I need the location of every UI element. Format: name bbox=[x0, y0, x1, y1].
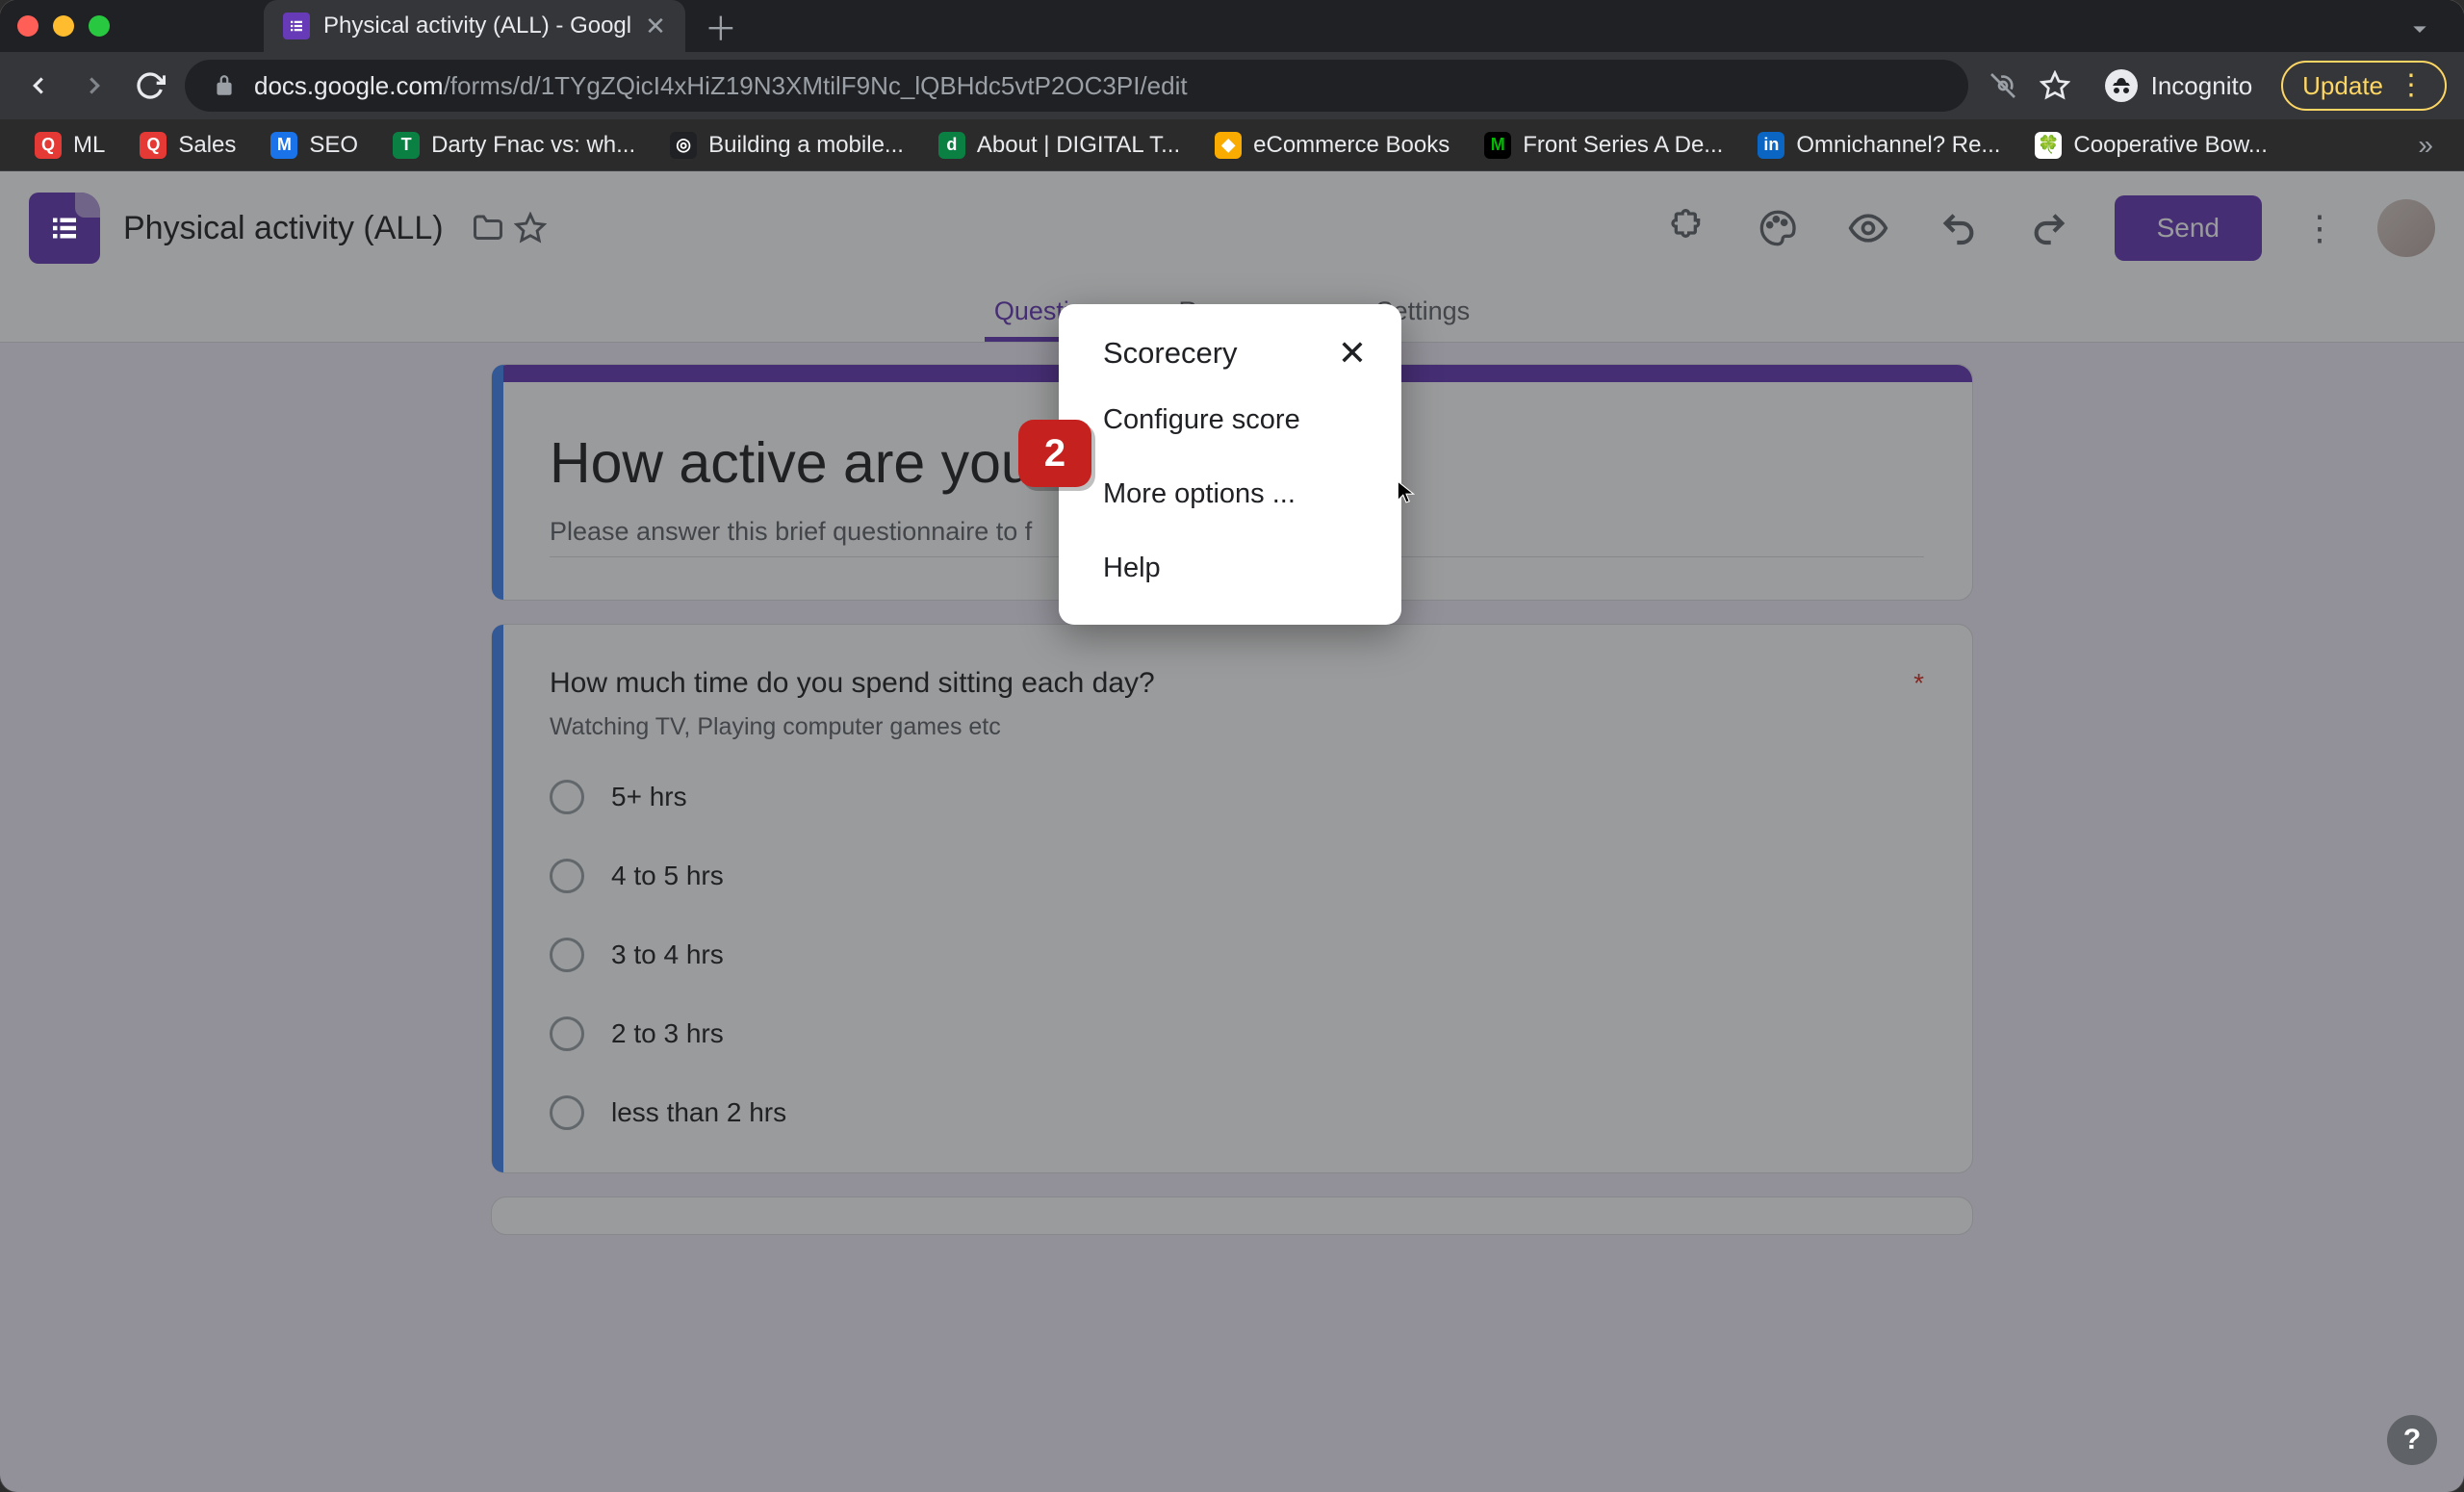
new-tab-button[interactable]: ＋ bbox=[705, 3, 737, 50]
back-button[interactable] bbox=[17, 64, 60, 107]
popup-close-button[interactable]: ✕ bbox=[1338, 333, 1367, 373]
bookmark-label: eCommerce Books bbox=[1253, 132, 1450, 159]
bookmark-favicon-icon: Q bbox=[140, 132, 167, 159]
bookmark-favicon-icon: T bbox=[393, 132, 420, 159]
annotation-step-badge: 2 bbox=[1018, 420, 1091, 487]
bookmarks-bar: Q ML Q Sales M SEO T Darty Fnac vs: wh... ◎ B… bbox=[0, 119, 2464, 171]
bookmark-item[interactable]: T Darty Fnac vs: wh... bbox=[379, 124, 649, 167]
bookmark-favicon-icon: ◎ bbox=[670, 132, 697, 159]
bookmark-label: Front Series A De... bbox=[1523, 132, 1723, 159]
bookmark-favicon-icon: ◆ bbox=[1215, 132, 1242, 159]
incognito-label: Incognito bbox=[2151, 71, 2253, 101]
bookmark-item[interactable]: Q Sales bbox=[126, 124, 249, 167]
tab-overflow-button[interactable] bbox=[2404, 13, 2435, 44]
bookmark-favicon-icon: d bbox=[938, 132, 965, 159]
incognito-icon bbox=[2105, 69, 2138, 102]
update-label: Update bbox=[2302, 71, 2383, 101]
bookmark-label: Omnichannel? Re... bbox=[1796, 132, 2000, 159]
tab-close-icon[interactable]: ✕ bbox=[645, 13, 666, 39]
update-button[interactable]: Update ⋮ bbox=[2281, 61, 2447, 111]
bookmark-item[interactable]: d About | DIGITAL T... bbox=[925, 124, 1194, 167]
bookmark-favicon-icon: in bbox=[1758, 132, 1784, 159]
bookmark-favicon-icon: M bbox=[1484, 132, 1511, 159]
bookmark-item[interactable]: ◆ eCommerce Books bbox=[1201, 124, 1463, 167]
window-controls bbox=[17, 15, 110, 37]
bookmark-favicon-icon: M bbox=[270, 132, 297, 159]
browser-tab[interactable]: Physical activity (ALL) - Googl ✕ bbox=[264, 0, 685, 52]
browser-toolbar: docs.google.com/forms/d/1TYgZQicI4xHiZ19… bbox=[0, 52, 2464, 119]
browser-tab-title: Physical activity (ALL) - Googl bbox=[323, 13, 631, 39]
address-bar[interactable]: docs.google.com/forms/d/1TYgZQicI4xHiZ19… bbox=[185, 60, 1968, 112]
bookmark-item[interactable]: Q ML bbox=[21, 124, 118, 167]
help-fab[interactable]: ? bbox=[2387, 1415, 2437, 1465]
popup-item-more-options[interactable]: More options ... bbox=[1059, 457, 1401, 531]
browser-tab-strip: Physical activity (ALL) - Googl ✕ ＋ bbox=[0, 0, 2464, 52]
no-tracking-icon[interactable] bbox=[1982, 64, 2024, 107]
bookmark-star-icon[interactable] bbox=[2034, 64, 2076, 107]
bookmark-item[interactable]: ◎ Building a mobile... bbox=[656, 124, 917, 167]
forms-favicon-icon bbox=[283, 13, 310, 39]
url-text: docs.google.com/forms/d/1TYgZQicI4xHiZ19… bbox=[254, 71, 1188, 101]
forward-button[interactable] bbox=[73, 64, 116, 107]
bookmark-label: Building a mobile... bbox=[708, 132, 904, 159]
window-zoom-button[interactable] bbox=[89, 15, 110, 37]
bookmark-favicon-icon: 🍀 bbox=[2035, 132, 2062, 159]
bookmark-item[interactable]: M Front Series A De... bbox=[1471, 124, 1736, 167]
bookmark-item[interactable]: in Omnichannel? Re... bbox=[1744, 124, 2014, 167]
incognito-indicator[interactable]: Incognito bbox=[2086, 61, 2272, 111]
bookmark-label: Darty Fnac vs: wh... bbox=[431, 132, 635, 159]
popup-item-configure-score[interactable]: Configure score bbox=[1059, 383, 1401, 457]
mouse-cursor-icon bbox=[1394, 479, 1419, 504]
reload-button[interactable] bbox=[129, 64, 171, 107]
bookmark-item[interactable]: M SEO bbox=[257, 124, 372, 167]
window-minimize-button[interactable] bbox=[53, 15, 74, 37]
window-close-button[interactable] bbox=[17, 15, 38, 37]
bookmark-label: Sales bbox=[178, 132, 236, 159]
bookmark-label: About | DIGITAL T... bbox=[977, 132, 1180, 159]
popup-title: Scorecery bbox=[1103, 336, 1238, 371]
bookmark-label: ML bbox=[73, 132, 105, 159]
scorecery-popup: Scorecery ✕ Configure score More options… bbox=[1059, 304, 1401, 625]
popup-item-help[interactable]: Help bbox=[1059, 531, 1401, 605]
bookmark-label: SEO bbox=[309, 132, 358, 159]
bookmark-label: Cooperative Bow... bbox=[2073, 132, 2267, 159]
bookmark-item[interactable]: 🍀 Cooperative Bow... bbox=[2021, 124, 2280, 167]
bookmarks-overflow-icon[interactable]: » bbox=[2418, 130, 2443, 161]
bookmark-favicon-icon: Q bbox=[35, 132, 62, 159]
lock-icon bbox=[212, 73, 237, 98]
